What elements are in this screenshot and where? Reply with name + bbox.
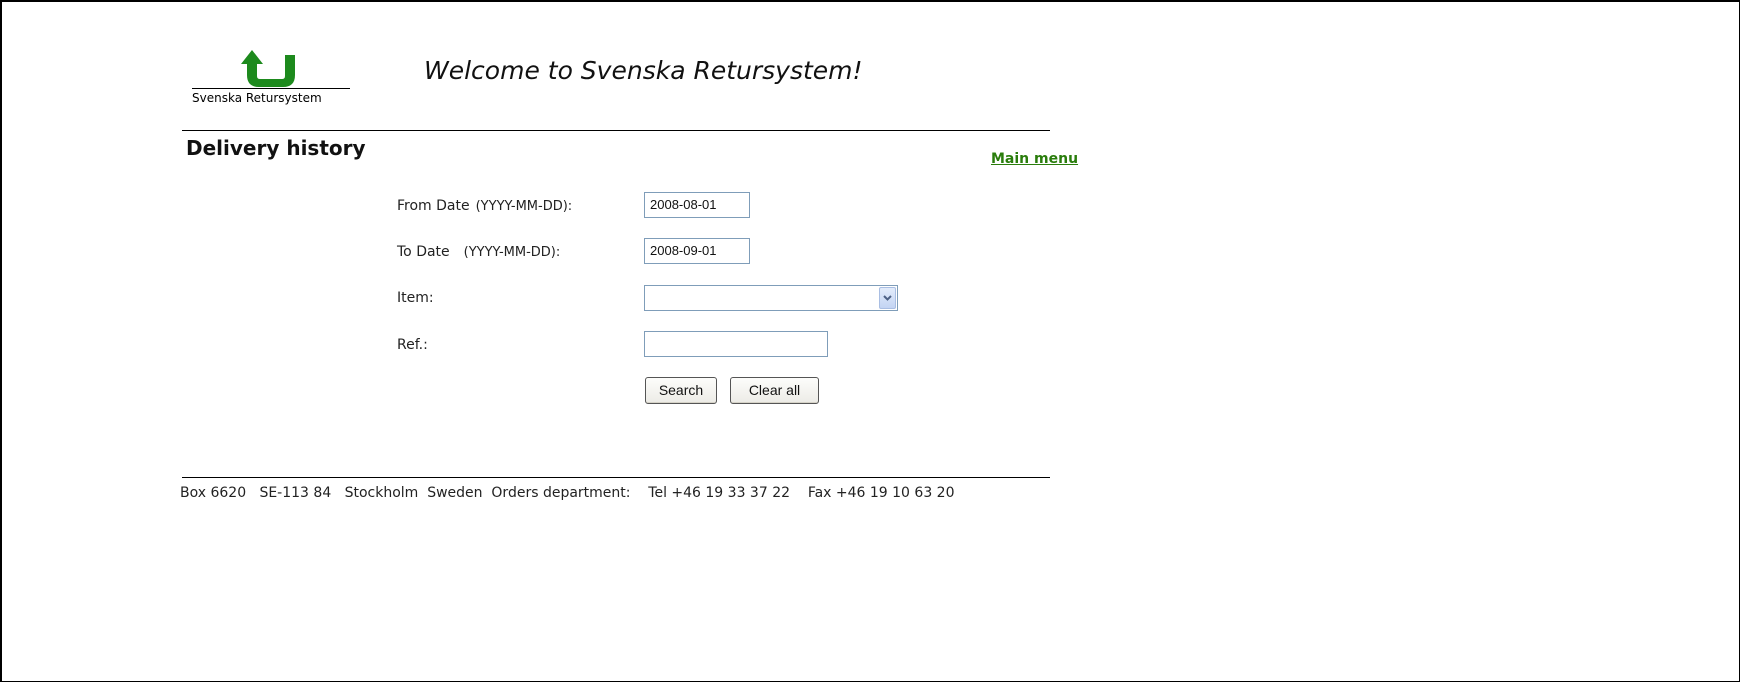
ref-label: Ref.: <box>397 337 428 353</box>
clear-all-button[interactable]: Clear all <box>730 377 819 404</box>
to-date-label-text: To Date <box>397 244 450 260</box>
from-date-format-hint: (YYYY-MM-DD): <box>475 199 573 214</box>
logo-divider <box>192 88 350 89</box>
page-title: Delivery history <box>186 136 366 160</box>
footer-contact-info: Box 6620 SE-113 84 Stockholm Sweden Orde… <box>180 485 955 501</box>
return-arrow-logo-icon <box>241 50 295 87</box>
main-menu-link[interactable]: Main menu <box>991 151 1078 167</box>
company-logo: Svenska Retursystem <box>192 48 352 108</box>
item-label: Item: <box>397 290 434 306</box>
header-divider <box>182 130 1050 131</box>
to-date-format-hint: (YYYY-MM-DD): <box>463 245 561 260</box>
item-select-dropdown-button[interactable] <box>879 287 896 309</box>
from-date-label: From Date (YYYY-MM-DD): <box>397 198 572 214</box>
chevron-down-icon <box>883 295 892 301</box>
from-date-input[interactable]: 2008-08-01 <box>644 192 750 218</box>
ref-input[interactable] <box>644 331 828 357</box>
welcome-heading: Welcome to Svenska Retursystem! <box>424 56 863 85</box>
item-select[interactable] <box>644 285 898 311</box>
logo-text: Svenska Retursystem <box>192 91 322 105</box>
from-date-label-text: From Date <box>397 198 470 214</box>
footer-divider <box>182 477 1050 478</box>
to-date-label: To Date (YYYY-MM-DD): <box>397 244 560 260</box>
to-date-input[interactable]: 2008-09-01 <box>644 238 750 264</box>
search-button[interactable]: Search <box>645 377 717 404</box>
